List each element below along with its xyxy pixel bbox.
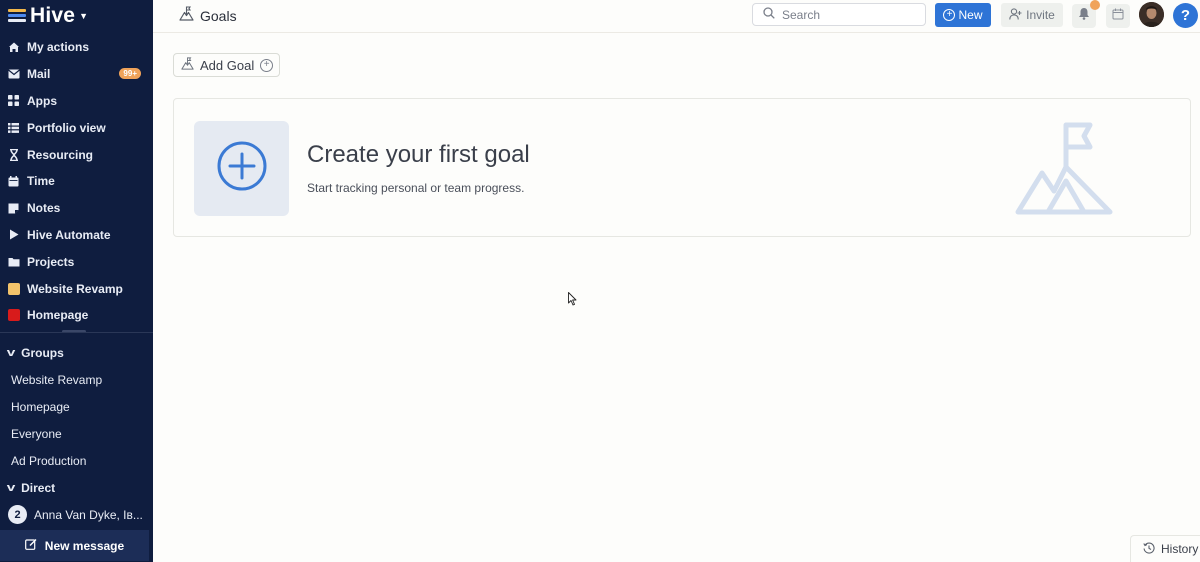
sidebar-item-resourcing[interactable]: Resourcing [0,141,153,168]
sidebar-item-label: Mail [27,67,51,82]
sidebar-item-my-actions[interactable]: My actions [0,34,153,61]
sidebar-item-label: My actions [27,40,90,55]
direct-section-label: Direct [21,480,56,495]
sidebar-item-label: Projects [27,254,75,269]
empty-state-title: Create your first goal [307,141,530,168]
calendar-icon [7,175,20,187]
group-item-ad-production[interactable]: Ad Production [0,447,153,474]
history-icon [1143,542,1155,557]
sidebar-item-label: Apps [27,93,57,108]
invite-button[interactable]: Invite [1001,3,1063,27]
group-item-website-revamp[interactable]: Website Revamp [0,366,153,393]
mountain-flag-icon [1014,121,1114,216]
add-goal-label: Add Goal [200,57,255,73]
plus-circle-icon: + [260,58,274,72]
group-item-label: Everyone [11,426,62,441]
chevron-down-icon: ▼ [79,11,89,21]
top-bar: Goals + New Invite ? [153,0,1200,33]
mouse-cursor-icon [568,292,578,306]
sidebar-item-project-website-revamp[interactable]: Website Revamp [0,275,153,302]
sidebar-divider [0,332,153,333]
home-icon [7,41,20,53]
search-icon [763,6,775,24]
sidebar-item-project-homepage[interactable]: Homepage [0,302,153,329]
chevron-down-icon: v [6,346,16,359]
hourglass-icon [7,148,20,161]
plus-circle-icon: + [943,9,956,21]
sidebar-item-label: Resourcing [27,147,94,162]
new-button-label: New [958,8,983,22]
goals-icon [181,57,194,73]
sidebar-item-label: Website Revamp [27,281,123,296]
group-item-homepage[interactable]: Homepage [0,393,153,420]
compose-icon [24,538,37,553]
play-icon [7,229,20,241]
notification-dot [1090,0,1100,10]
direct-section-toggle[interactable]: v Direct [0,474,153,501]
new-message-button[interactable]: New message [0,530,149,561]
page-header: Goals [179,6,237,26]
sidebar-item-notes[interactable]: Notes [0,195,153,222]
empty-state-subtitle: Start tracking personal or team progress… [307,181,525,195]
group-item-label: Website Revamp [11,372,103,387]
sidebar-item-apps[interactable]: Apps [0,88,153,115]
add-goal-button[interactable]: Add Goal + [173,53,280,77]
help-icon: ? [1180,7,1191,24]
sidebar-item-mail[interactable]: Mail 99+ [0,61,153,88]
calendar-icon [1112,7,1124,25]
direct-message-label: Anna Van Dyke, Iв... [34,507,143,522]
goals-icon [179,6,194,26]
workspace-switcher[interactable]: Hive ▼ [8,4,88,28]
search-box[interactable] [752,3,926,26]
history-label: History [1161,542,1199,556]
folder-icon [7,256,20,268]
mail-count-badge: 99+ [119,67,141,79]
bell-icon [1078,7,1090,25]
search-input[interactable] [782,7,922,22]
user-avatar[interactable] [1139,2,1164,27]
hive-logo-icon [8,9,26,23]
group-item-label: Homepage [11,399,70,414]
groups-section-toggle[interactable]: v Groups [0,339,153,366]
sidebar-item-label: Notes [27,201,61,216]
add-user-icon [1009,7,1022,23]
plus-circle-icon [216,140,268,197]
project-color-square [7,282,20,295]
create-goal-card[interactable]: Create your first goal Start tracking pe… [173,98,1191,237]
apps-grid-icon [7,95,20,107]
brand-name: Hive [30,4,76,27]
direct-message-item[interactable]: 2 Anna Van Dyke, Iв... [0,501,153,528]
participant-count-avatar: 2 [8,505,27,524]
sidebar-item-label: Homepage [27,308,89,323]
list-icon [7,122,20,134]
sidebar-item-label: Time [27,174,55,189]
project-color-square [7,309,20,322]
chevron-down-icon: v [6,481,16,494]
sidebar-chats: v Groups Website Revamp Homepage Everyon… [0,339,153,528]
create-goal-icon-tile[interactable] [194,121,289,216]
note-icon [7,202,20,214]
group-item-label: Ad Production [11,453,87,468]
calendar-button[interactable] [1106,4,1130,28]
sidebar-nav: My actions Mail 99+ Apps Portfolio view [0,34,153,329]
sidebar-item-hive-automate[interactable]: Hive Automate [0,222,153,249]
sidebar-item-label: Hive Automate [27,227,111,242]
sidebar-item-portfolio-view[interactable]: Portfolio view [0,114,153,141]
new-message-label: New message [44,538,125,553]
mail-icon [7,68,20,80]
help-button[interactable]: ? [1173,3,1198,28]
history-button[interactable]: History [1130,535,1200,562]
sidebar-item-label: Portfolio view [27,120,106,135]
sidebar-item-projects[interactable]: Projects [0,248,153,275]
groups-section-label: Groups [21,345,64,360]
sidebar-item-time[interactable]: Time [0,168,153,195]
new-button[interactable]: + New [935,3,991,27]
invite-button-label: Invite [1026,8,1055,22]
group-item-everyone[interactable]: Everyone [0,420,153,447]
sidebar: Hive ▼ My actions Mail 99+ Apps Portfoli… [0,0,153,562]
page-title: Goals [200,8,237,24]
